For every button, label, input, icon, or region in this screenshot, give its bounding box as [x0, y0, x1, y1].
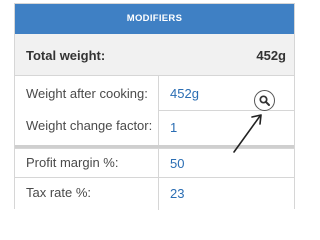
- weight-after-cooking-row: Weight after cooking: 452g: [15, 76, 294, 110]
- tax-rate-label: Tax rate %:: [26, 185, 92, 200]
- arrow-icon: [233, 114, 262, 153]
- total-weight-row: Total weight: 452g: [15, 34, 294, 75]
- profit-margin-label: Profit margin %:: [26, 155, 119, 170]
- weight-change-factor-field[interactable]: 1: [170, 120, 177, 135]
- pricing-group: Profit margin %: 50 Tax rate %: 23: [15, 148, 294, 210]
- tax-rate-field[interactable]: 23: [170, 186, 184, 201]
- panel-header: MODIFIERS: [15, 4, 294, 34]
- total-weight-label: Total weight:: [26, 48, 106, 63]
- search-icon: [258, 94, 270, 106]
- modifiers-panel: MODIFIERS Total weight: 452g Weight afte…: [14, 3, 295, 210]
- tax-rate-row: Tax rate %: 23: [15, 178, 294, 210]
- weight-after-cooking-field[interactable]: 452g: [170, 86, 199, 101]
- weight-after-cooking-label: Weight after cooking:: [26, 86, 148, 101]
- profit-margin-field[interactable]: 50: [170, 156, 184, 171]
- weight-change-factor-label: Weight change factor:: [26, 118, 153, 133]
- total-weight-value: 452g: [256, 48, 286, 63]
